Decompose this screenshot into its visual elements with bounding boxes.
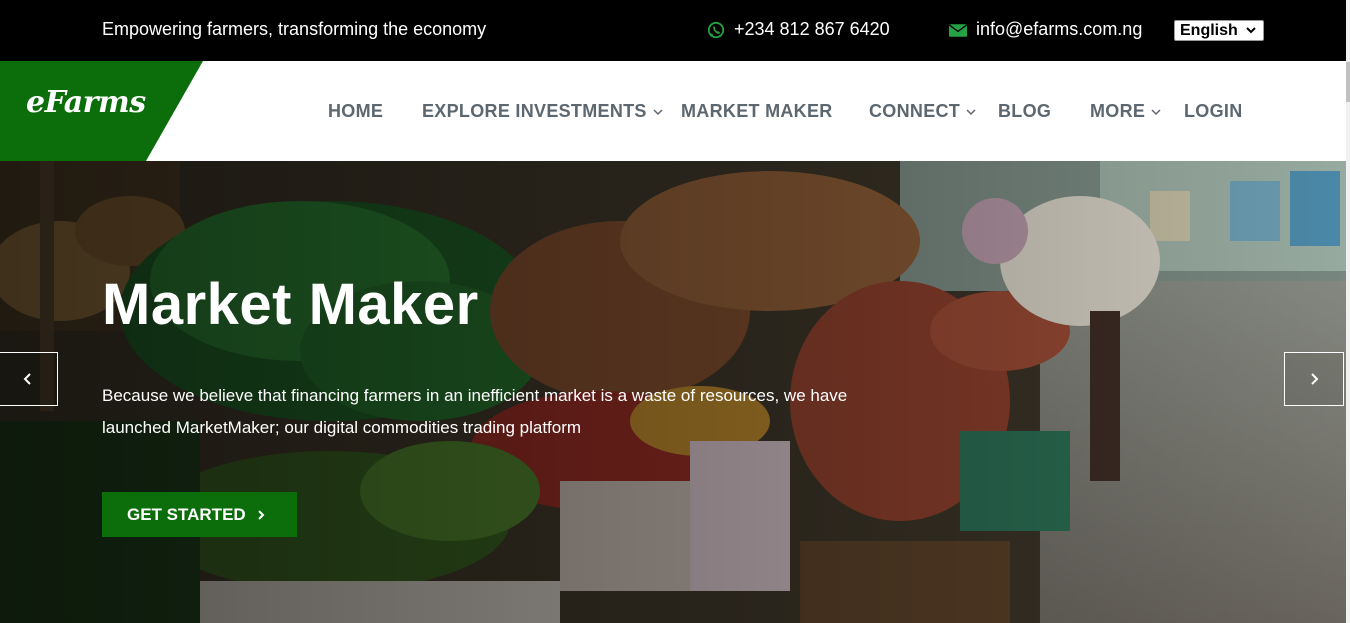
nav-explore-label: EXPLORE INVESTMENTS [422, 101, 647, 121]
nav-connect[interactable]: CONNECT [869, 101, 976, 122]
nav-more-label: MORE [1090, 101, 1146, 121]
phone-contact[interactable]: +234 812 867 6420 [707, 19, 890, 40]
logo-text: eFarms [26, 85, 146, 120]
hero-description: Because we believe that financing farmer… [102, 386, 848, 437]
nav-login-label: LOGIN [1184, 101, 1243, 121]
tagline: Empowering farmers, transforming the eco… [102, 19, 487, 39]
language-select[interactable]: English [1174, 20, 1264, 41]
chevron-left-icon [23, 373, 31, 385]
language-value: English [1180, 21, 1238, 39]
top-bar: Empowering farmers, transforming the eco… [0, 0, 1346, 61]
slider-next-button[interactable] [1284, 352, 1344, 406]
chevron-right-icon [1311, 373, 1319, 385]
logo[interactable]: eFarms [0, 61, 205, 161]
chevron-down-icon [653, 108, 663, 115]
get-started-label: GET STARTED [127, 504, 246, 524]
nav-blog-label: BLOG [998, 101, 1052, 121]
phone-number: +234 812 867 6420 [734, 19, 890, 39]
hero-slider: Market Maker Because we believe that fin… [0, 161, 1346, 623]
chevron-down-icon [1246, 27, 1256, 34]
whatsapp-icon [707, 21, 725, 39]
nav-login[interactable]: LOGIN [1184, 101, 1243, 122]
main-navbar: eFarms HOME EXPLORE INVESTMENTS MARKET M… [0, 61, 1346, 161]
nav-market-maker-label: MARKET MAKER [681, 101, 833, 121]
chevron-down-icon [1151, 108, 1161, 115]
chevron-right-icon [257, 509, 265, 520]
slider-prev-button[interactable] [0, 352, 58, 406]
nav-home-label: HOME [328, 101, 384, 121]
nav-more[interactable]: MORE [1090, 101, 1161, 122]
nav-connect-label: CONNECT [869, 101, 961, 121]
nav-blog[interactable]: BLOG [998, 101, 1051, 122]
nav-explore-investments[interactable]: EXPLORE INVESTMENTS [422, 101, 663, 122]
page-scrollbar[interactable] [1346, 0, 1350, 623]
email-address: info@efarms.com.ng [976, 19, 1143, 39]
nav-market-maker[interactable]: MARKET MAKER [681, 101, 833, 122]
hero-title: Market Maker [102, 272, 479, 337]
email-contact[interactable]: info@efarms.com.ng [949, 19, 1142, 40]
scrollbar-thumb[interactable] [1346, 62, 1350, 102]
get-started-button[interactable]: GET STARTED [102, 492, 297, 537]
chevron-down-icon [966, 108, 976, 115]
nav-home[interactable]: HOME [328, 101, 383, 122]
envelope-icon [949, 21, 967, 39]
